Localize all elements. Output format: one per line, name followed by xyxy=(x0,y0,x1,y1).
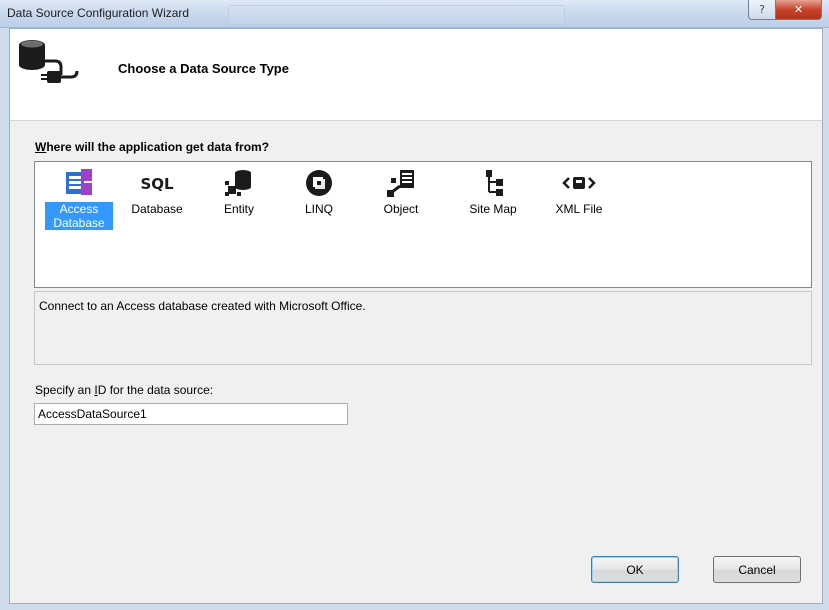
source-item-object[interactable]: Object xyxy=(367,168,435,238)
wizard-window: Data Source Configuration Wizard ? ✕ Cho… xyxy=(0,0,829,610)
window-title: Data Source Configuration Wizard xyxy=(7,6,190,20)
source-item-label: Access Database xyxy=(45,202,113,230)
data-source-list[interactable]: Access Database SQL Database Entity LINQ… xyxy=(34,161,812,288)
title-bar[interactable]: Data Source Configuration Wizard ? ✕ xyxy=(0,0,829,28)
background-window-tab xyxy=(228,5,565,25)
source-item-access-database[interactable]: Access Database xyxy=(45,168,113,238)
id-field-label: Specify an ID for the data source: xyxy=(35,383,213,397)
svg-text:SQL: SQL xyxy=(140,175,174,193)
source-item-label: Object xyxy=(383,202,419,216)
cancel-button[interactable]: Cancel xyxy=(713,556,801,583)
source-description-panel: Connect to an Access database created wi… xyxy=(34,291,812,365)
source-item-database[interactable]: SQL Database xyxy=(123,168,191,238)
source-question-label: Where will the application get data from… xyxy=(35,140,269,154)
linq-icon xyxy=(285,168,353,198)
ok-button[interactable]: OK xyxy=(591,556,679,583)
page-title: Choose a Data Source Type xyxy=(118,61,289,76)
help-button[interactable]: ? xyxy=(748,0,776,20)
entity-icon xyxy=(205,168,273,198)
data-source-id-input[interactable] xyxy=(34,403,348,425)
wizard-body: Choose a Data Source Type Where will the… xyxy=(9,28,823,604)
sql-database-icon: SQL xyxy=(123,168,191,198)
source-item-site-map[interactable]: Site Map xyxy=(459,168,527,238)
access-database-icon xyxy=(45,168,113,198)
source-description: Connect to an Access database created wi… xyxy=(39,299,366,313)
site-map-icon xyxy=(459,168,527,198)
source-item-label: LINQ xyxy=(304,202,333,216)
source-item-label: XML File xyxy=(555,202,603,216)
source-item-linq[interactable]: LINQ xyxy=(285,168,353,238)
source-item-label: Site Map xyxy=(469,202,517,216)
source-item-label: Database xyxy=(131,202,183,216)
object-icon xyxy=(367,168,435,198)
id-label-suffix: D for the data source: xyxy=(97,383,214,397)
source-item-xml-file[interactable]: XML File xyxy=(545,168,613,238)
xml-file-icon xyxy=(545,168,613,198)
question-text: here will the application get data from? xyxy=(46,140,270,154)
database-plug-icon xyxy=(15,37,79,85)
close-button[interactable]: ✕ xyxy=(775,0,822,20)
wizard-header: Choose a Data Source Type xyxy=(10,29,822,121)
source-item-label: Entity xyxy=(223,202,254,216)
source-item-entity[interactable]: Entity xyxy=(205,168,273,238)
id-label-prefix: Specify an xyxy=(35,383,95,397)
question-mnemonic: W xyxy=(35,140,47,154)
